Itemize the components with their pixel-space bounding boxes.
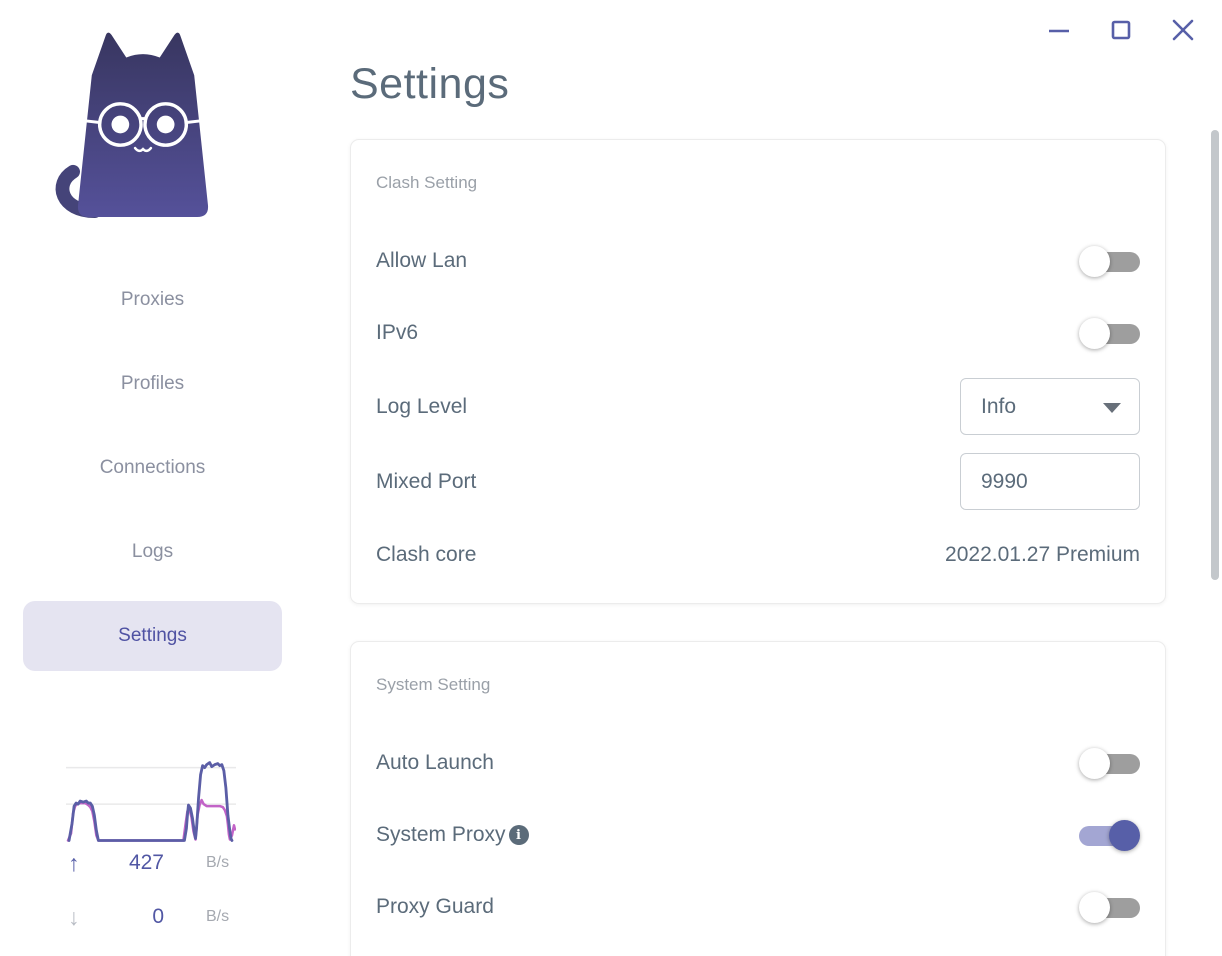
download-arrow-icon: ↓ <box>68 903 80 930</box>
sidebar-nav: Proxies Profiles Connections Logs Settin… <box>23 258 282 678</box>
sidebar-item-logs[interactable]: Logs <box>23 510 282 594</box>
download-unit: B/s <box>206 908 230 925</box>
mixed-port-input[interactable] <box>960 453 1140 510</box>
proxy-guard-toggle[interactable] <box>1079 891 1140 923</box>
auto-launch-label: Auto Launch <box>376 751 494 774</box>
cat-logo-svg <box>55 32 209 219</box>
ipv6-toggle[interactable] <box>1079 317 1140 349</box>
download-stat-row: ↓ 0 B/s <box>68 902 238 932</box>
sidebar-item-label: Profiles <box>120 373 185 394</box>
info-icon[interactable]: i <box>508 825 529 845</box>
clash-setting-section-title: Clash Setting <box>376 173 478 192</box>
toggle-knob <box>1109 819 1140 851</box>
system-setting-section-title: System Setting <box>376 675 491 694</box>
auto-launch-toggle[interactable] <box>1079 747 1140 779</box>
system-proxy-label-text: System Proxy <box>376 823 506 846</box>
proxy-guard-row: Proxy Guard <box>376 871 1140 943</box>
allow-lan-toggle[interactable] <box>1079 245 1140 277</box>
sidebar-item-profiles[interactable]: Profiles <box>23 342 282 426</box>
ipv6-row: IPv6 <box>376 297 1140 369</box>
log-level-label: Log Level <box>376 394 468 418</box>
clash-core-label: Clash core <box>376 543 477 566</box>
mixed-port-label: Mixed Port <box>376 469 477 493</box>
auto-launch-row: Auto Launch <box>376 727 1140 799</box>
allow-lan-row: Allow Lan <box>376 225 1140 297</box>
allow-lan-label: Allow Lan <box>376 249 468 272</box>
clash-core-row: Clash core 2022.01.27 Premium <box>376 519 1140 591</box>
page-title: Settings <box>350 60 510 108</box>
toggle-knob <box>1079 317 1110 349</box>
system-setting-card: System Setting Auto Launch System Proxy … <box>350 641 1166 956</box>
mixed-port-row: Mixed Port <box>376 444 1140 519</box>
scrollbar-thumb[interactable] <box>1211 130 1219 580</box>
sidebar-item-label: Proxies <box>120 289 185 310</box>
sidebar-item-settings[interactable]: Settings <box>23 594 282 678</box>
clash-settings-window: Proxies Profiles Connections Logs Settin… <box>0 0 1222 956</box>
upload-stat-row: ↑ 427 B/s <box>68 848 238 878</box>
log-level-select[interactable]: Info <box>960 378 1140 435</box>
upload-value: 427 <box>128 851 164 874</box>
system-proxy-toggle[interactable] <box>1079 819 1140 851</box>
system-proxy-row: System Proxy i <box>376 799 1140 871</box>
traffic-sparkline-chart <box>66 761 236 842</box>
sidebar-item-proxies[interactable]: Proxies <box>23 258 282 342</box>
sidebar-item-label: Logs <box>131 541 174 562</box>
ipv6-label: IPv6 <box>376 321 419 344</box>
log-level-row: Log Level Info <box>376 369 1140 444</box>
sidebar-item-connections[interactable]: Connections <box>23 426 282 510</box>
download-value: 0 <box>152 905 164 928</box>
sidebar-item-label: Connections <box>99 457 206 478</box>
toggle-knob <box>1079 747 1110 779</box>
proxy-guard-label: Proxy Guard <box>376 895 494 918</box>
system-proxy-label: System Proxy i <box>376 823 529 847</box>
chevron-down-icon <box>1103 403 1121 413</box>
clash-setting-card: Clash Setting Allow Lan IPv6 Log Level I… <box>350 139 1166 604</box>
sidebar-item-label: Settings <box>118 625 187 646</box>
close-icon[interactable] <box>1170 16 1196 44</box>
log-level-value: Info <box>981 394 1017 418</box>
toggle-knob <box>1079 245 1110 277</box>
main-content: Settings Clash Setting Allow Lan IPv6 Lo… <box>350 0 1166 956</box>
sidebar: Proxies Profiles Connections Logs Settin… <box>0 0 305 956</box>
upload-unit: B/s <box>206 854 230 871</box>
toggle-knob <box>1079 891 1110 923</box>
clash-core-value: 2022.01.27 Premium <box>945 543 1140 566</box>
upload-arrow-icon: ↑ <box>68 849 80 876</box>
clash-cat-logo <box>48 28 238 220</box>
